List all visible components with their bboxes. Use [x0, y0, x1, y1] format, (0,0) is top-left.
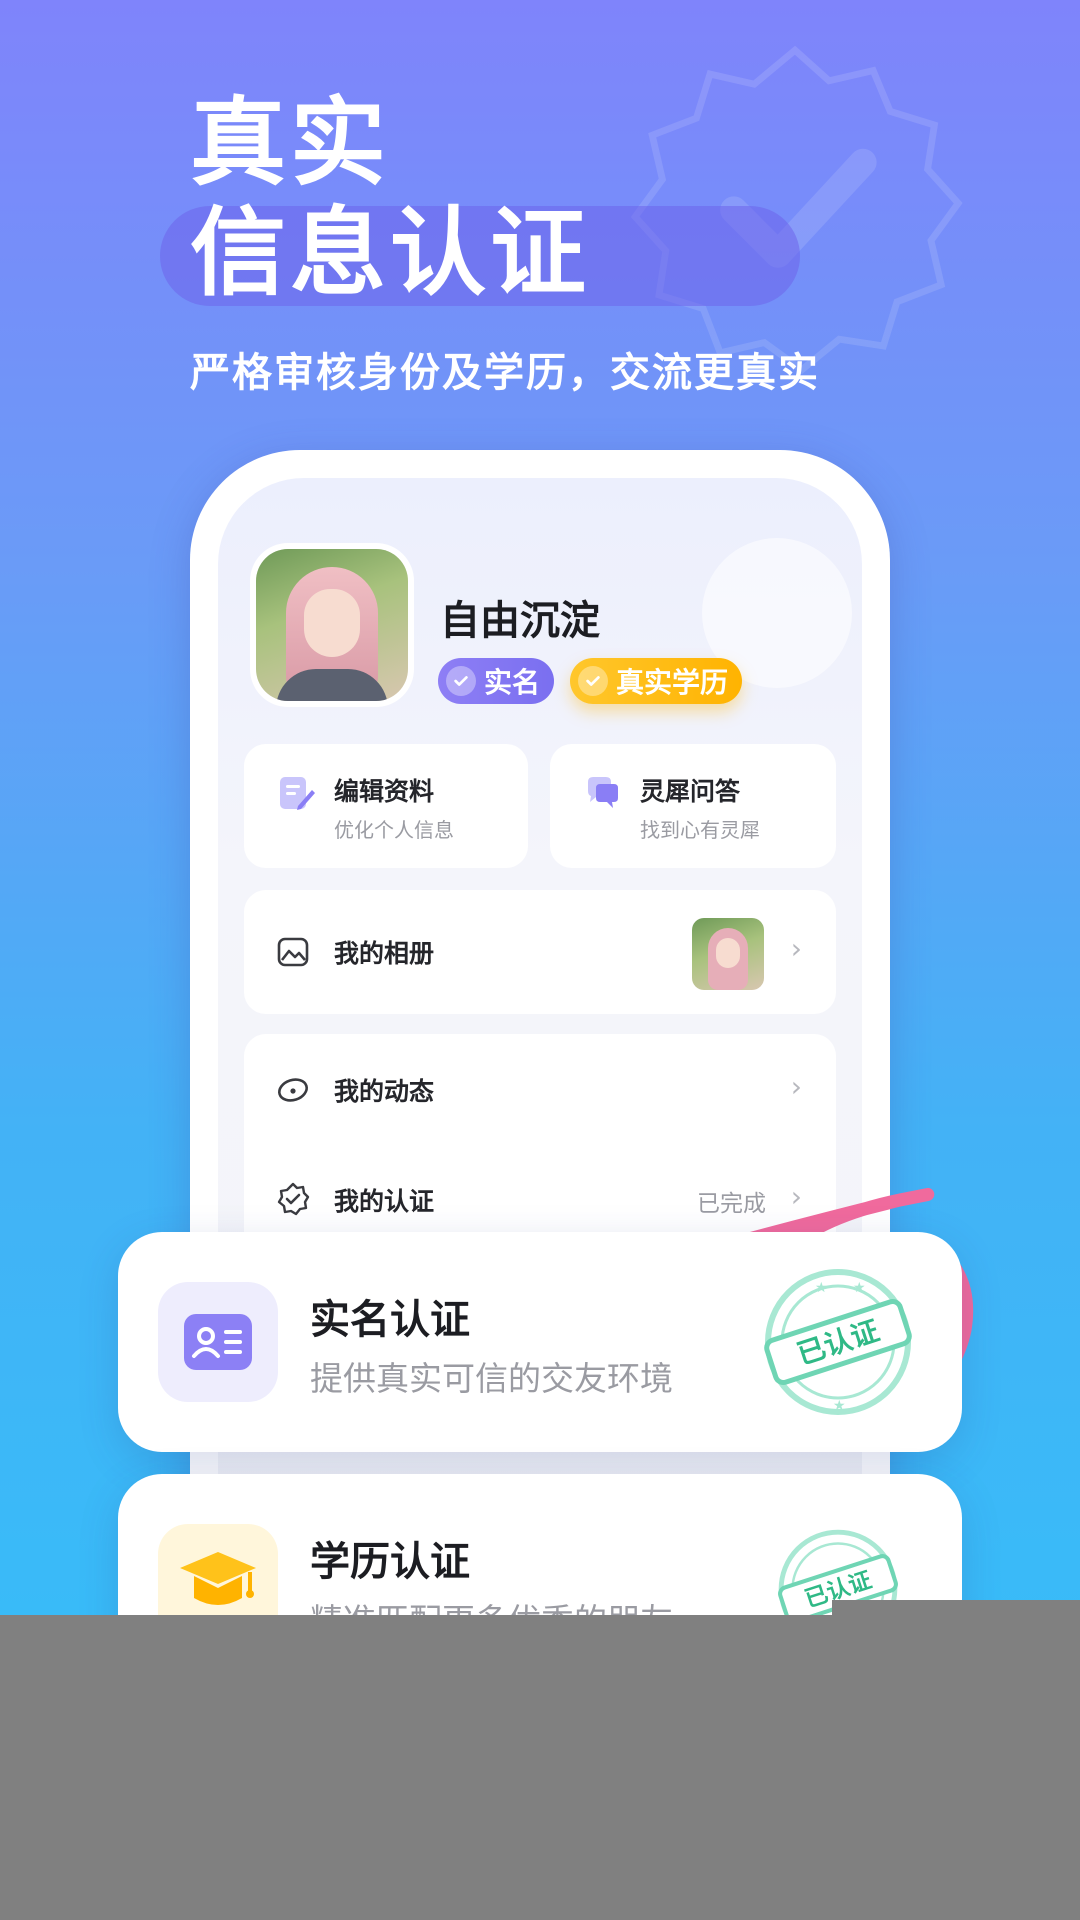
album-row[interactable]: 我的相册 ›	[244, 890, 836, 1014]
occluded-area-notch	[832, 1600, 1080, 1620]
moments-row[interactable]: 我的动态 ›	[244, 1034, 836, 1144]
avatar[interactable]	[250, 543, 414, 707]
hero-title-line2: 信息认证	[190, 197, 590, 309]
chat-bubble-icon	[588, 777, 618, 808]
id-card-icon-wrap	[158, 1282, 278, 1402]
graduation-icon-wrap	[158, 1524, 278, 1615]
check-icon	[446, 666, 476, 696]
row-label: 我的动态	[334, 1077, 435, 1106]
occluded-area	[0, 1615, 1080, 1920]
tag-label: 实名	[484, 666, 541, 699]
education-tag: 真实学历	[570, 658, 743, 704]
album-thumbnail[interactable]	[692, 918, 764, 990]
hero-title: 真实 信息认证	[160, 87, 800, 309]
svg-text:★: ★	[815, 1280, 828, 1296]
check-icon	[578, 666, 608, 696]
card-title: 灵犀问答	[640, 777, 741, 806]
id-card-icon	[184, 1314, 252, 1370]
real-name-cert-card[interactable]: 实名认证 提供真实可信的交友环境 ★ ★ ★ 已认证	[118, 1232, 962, 1452]
certified-stamp: ★ ★ ★ 已认证	[764, 1269, 912, 1415]
card-subtitle: 提供真实可信的交友环境	[310, 1359, 673, 1398]
chevron-right-icon: ›	[790, 932, 802, 965]
username: 自由沉淀	[440, 598, 600, 644]
card-subtitle: 优化个人信息	[334, 818, 454, 842]
qa-card[interactable]: 灵犀问答 找到心有灵犀	[550, 744, 836, 868]
edit-profile-icon	[280, 777, 315, 810]
chevron-right-icon: ›	[790, 1070, 802, 1103]
hero-subtitle: 严格审核身份及学历，交流更真实	[190, 350, 820, 396]
card-title: 学历认证	[310, 1539, 470, 1585]
edit-profile-card[interactable]: 编辑资料 优化个人信息	[244, 744, 528, 868]
hero-title-line1: 真实	[190, 87, 390, 199]
card-title: 实名认证	[310, 1297, 470, 1343]
avatar-image	[256, 549, 408, 701]
tag-label: 真实学历	[616, 666, 729, 699]
card-subtitle: 精准匹配更多优秀的朋友	[310, 1594, 673, 1615]
svg-text:★: ★	[833, 1398, 846, 1414]
row-label: 我的相册	[334, 939, 435, 968]
card-subtitle: 找到心有灵犀	[640, 818, 760, 842]
card-title: 编辑资料	[334, 777, 435, 806]
row-label: 我的认证	[334, 1187, 435, 1216]
graduation-cap-icon	[180, 1552, 256, 1605]
photo-icon	[277, 937, 309, 967]
real-name-tag: 实名	[438, 658, 555, 704]
education-cert-card[interactable]: 学历认证 精准匹配更多优秀的朋友 已认证	[118, 1474, 962, 1615]
certified-badge-icon	[277, 1182, 310, 1216]
promo-background: 真实 信息认证 严格审核身份及学历，交流更真实 自由沉淀 实名 真实学历 编辑资…	[0, 0, 1080, 1615]
moments-icon	[278, 1078, 308, 1102]
svg-text:★: ★	[853, 1280, 866, 1296]
